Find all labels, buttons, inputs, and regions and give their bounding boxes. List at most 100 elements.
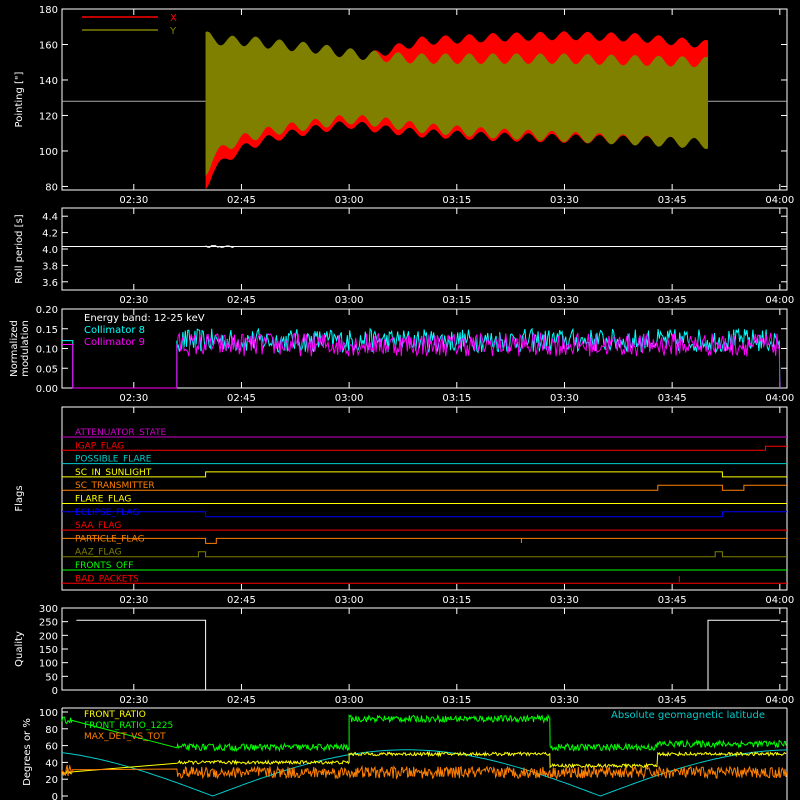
modulation-xtick-label: 02:30 — [119, 393, 148, 404]
roll-ytick-label: 4.0 — [42, 245, 58, 256]
flag-line — [62, 511, 787, 518]
flags-xtick-label: 04:00 — [765, 595, 794, 606]
roll-ylabel: Roll period [s] — [14, 214, 25, 283]
flags-xtick-label: 02:45 — [227, 595, 256, 606]
pointing-ytick-label: 120 — [39, 111, 58, 122]
flags-xtick-label: 03:00 — [335, 595, 364, 606]
pointing-xtick-label: 03:15 — [442, 195, 471, 206]
quality-xtick-label: 03:15 — [442, 695, 471, 706]
modulation-ylabel: Normalized — [9, 320, 20, 377]
pointing-xtick-label: 03:30 — [550, 195, 579, 206]
pointing-ytick-label: 140 — [39, 76, 58, 87]
modulation-ytick-label: 0.05 — [36, 364, 58, 375]
quality-ytick-label: 150 — [39, 645, 58, 656]
flags-panel: 02:30 02:45 03:00 03:15 03:30 03:45 04:00 Flags… — [14, 406, 794, 606]
flag-label: PARTICLE_FLAG — [75, 534, 145, 544]
flag-line — [62, 471, 787, 478]
quality-xtick-label: 03:00 — [335, 695, 364, 706]
plot-canvas: 02:30 02:45 03:00 03:15 03:30 03:45 04:00 Point… — [9, 5, 794, 800]
roll-period-noise — [205, 245, 234, 248]
modulation-annotation: Energy band: 12-25 keV — [84, 313, 205, 324]
flags-xtick-label: 03:45 — [658, 595, 687, 606]
quality-ytick-label: 300 — [39, 604, 58, 615]
pointing-ytick-label: 100 — [39, 147, 58, 158]
pointing-xtick-label: 02:30 — [119, 195, 148, 206]
modulation-legend-label: Collimator 8 — [84, 325, 145, 336]
ratios-ytick-label: 40 — [45, 758, 58, 769]
roll-xtick-label: 03:30 — [550, 295, 579, 306]
pointing-ylabel: Pointing ["] — [14, 71, 25, 127]
flags-xtick-label: 03:30 — [550, 595, 579, 606]
modulation-ytick-label: 0.00 — [36, 384, 58, 395]
modulation-ytick-label: 0.15 — [36, 325, 58, 336]
ratios-legend-front-ratio: FRONT_RATIO — [84, 710, 146, 720]
ratios-legend-max-det: MAX_DET_VS_TOT — [84, 732, 166, 742]
flag-line — [62, 551, 787, 558]
flags-ylabel: Flags — [14, 485, 25, 511]
roll-xtick-label: 02:45 — [227, 295, 256, 306]
pointing-panel: 02:30 02:45 03:00 03:15 03:30 03:45 04:00 Point… — [14, 5, 794, 206]
flag-line — [62, 484, 787, 491]
roll-xtick-label: 03:45 — [658, 295, 687, 306]
roll-ytick-label: 3.6 — [42, 278, 58, 289]
modulation-xtick-label: 02:45 — [227, 393, 256, 404]
pointing-legend-label: Y — [169, 26, 177, 37]
modulation-xtick-label: 03:30 — [550, 393, 579, 404]
quality-xtick-label: 03:45 — [658, 695, 687, 706]
ratios-legend-front-ratio-1225: FRONT_RATIO_1225 — [84, 721, 173, 731]
modulation-ylabel: modulation — [20, 320, 31, 377]
flag-line — [62, 445, 787, 451]
quality-xtick-label: 04:00 — [765, 695, 794, 706]
modulation-legend-label: Collimator 9 — [84, 337, 145, 348]
quality-xtick-label: 02:45 — [227, 695, 256, 706]
ratios-ytick-label: 0 — [52, 792, 58, 800]
quality-xtick-label: 03:30 — [550, 695, 579, 706]
ratios-panel: 0 20 40 60 80 100 Degrees or % FRONT_RATIOFRONT… — [22, 707, 788, 800]
pointing-xtick-label: 04:00 — [765, 195, 794, 206]
ratios-ytick-label: 20 — [45, 775, 58, 786]
modulation-xtick-label: 04:00 — [765, 393, 794, 404]
quality-ylabel: Quality — [14, 631, 25, 667]
quality-ytick-label: 0 — [52, 686, 58, 697]
roll-xtick-label: 04:00 — [765, 295, 794, 306]
pointing-xtick-label: 02:45 — [227, 195, 256, 206]
ratios-ytick-label: 60 — [45, 742, 58, 753]
pointing-ytick-label: 80 — [45, 182, 58, 193]
ratios-ytick-label: 100 — [39, 708, 58, 719]
ratios-ylabel: Degrees or % — [22, 718, 33, 786]
ratios-legend-latitude: Absolute geomagnetic latitude — [611, 710, 765, 721]
flags-xtick-label: 02:30 — [119, 595, 148, 606]
flag-label: ECLIPSE_FLAG — [75, 508, 139, 518]
quality-ytick-label: 100 — [39, 659, 58, 670]
modulation-ytick-label: 0.10 — [36, 345, 58, 356]
roll-ytick-label: 3.8 — [42, 261, 58, 272]
modulation-xtick-label: 03:00 — [335, 393, 364, 404]
ratios-ytick-label: 80 — [45, 725, 58, 736]
modulation-xtick-label: 03:15 — [442, 393, 471, 404]
roll-ytick-label: 4.4 — [42, 212, 58, 223]
pointing-ytick-label: 180 — [39, 5, 58, 16]
quality-panel: 02:30 02:45 03:00 03:15 03:30 03:45 04:00 Quali… — [14, 604, 794, 706]
modulation-ytick-label: 0.20 — [36, 305, 58, 316]
roll-frame — [61, 207, 788, 291]
pointing-ytick-label: 160 — [39, 40, 58, 51]
roll-xtick-label: 03:15 — [442, 295, 471, 306]
modulation-panel: 02:30 02:45 03:00 03:15 03:30 03:45 04:00 Norma… — [9, 305, 794, 404]
roll-xtick-label: 02:30 — [119, 295, 148, 306]
roll-xtick-label: 03:00 — [335, 295, 364, 306]
quality-ytick-label: 50 — [45, 672, 58, 683]
quality-line — [76, 619, 780, 691]
quality-xtick-label: 02:30 — [119, 695, 148, 706]
pointing-xtick-label: 03:45 — [658, 195, 687, 206]
roll-ytick-label: 4.2 — [42, 229, 58, 240]
ratios-max-det-line — [61, 764, 788, 780]
spacecraft-summary-plot: 02:30 02:45 03:00 03:15 03:30 03:45 04:00 Point… — [0, 0, 800, 800]
flags-frame — [61, 406, 788, 591]
quality-ytick-label: 250 — [39, 618, 58, 629]
roll-panel: 02:30 02:45 03:00 03:15 03:30 03:45 04:00 Roll … — [14, 207, 794, 306]
modulation-xtick-label: 03:45 — [658, 393, 687, 404]
pointing-xtick-label: 03:00 — [335, 195, 364, 206]
flag-line — [62, 537, 787, 544]
flags-xtick-label: 03:15 — [442, 595, 471, 606]
pointing-legend-label: X — [170, 13, 177, 24]
